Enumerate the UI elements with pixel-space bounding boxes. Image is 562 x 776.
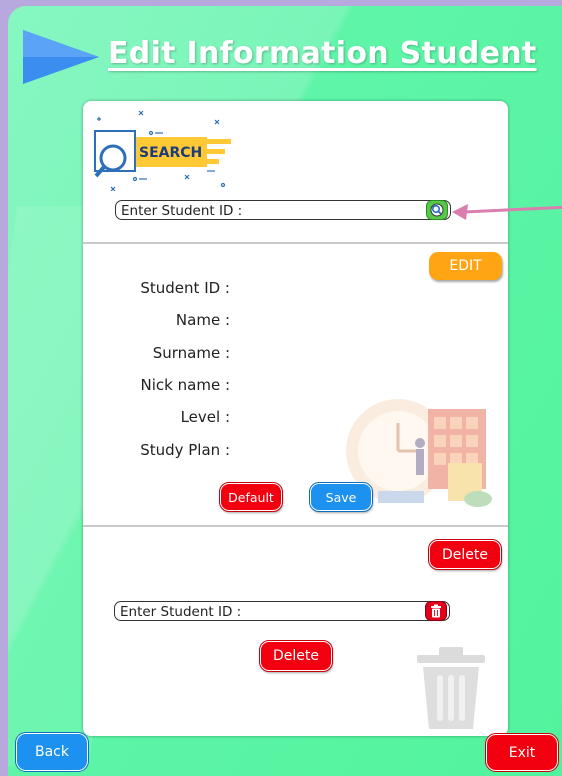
save-button[interactable]: Save xyxy=(309,482,373,512)
surname-label: Surname : xyxy=(152,344,230,362)
level-label: Level : xyxy=(180,408,230,426)
section-divider xyxy=(83,525,508,527)
name-label: Name : xyxy=(175,311,230,329)
student-id-search-input[interactable] xyxy=(115,200,451,220)
section-divider xyxy=(83,242,508,244)
magnifier-icon xyxy=(430,203,444,217)
student-id-label: Student ID : xyxy=(140,279,230,297)
main-card: SEARCH Enter Student ID: EDIT Student I… xyxy=(83,101,508,736)
nickname-label: Nick name : xyxy=(140,376,230,394)
play-triangle-icon xyxy=(23,30,99,84)
edit-button[interactable]: EDIT xyxy=(429,252,502,280)
search-button[interactable] xyxy=(426,200,448,220)
trash-can-icon xyxy=(417,647,485,729)
svg-text:SEARCH: SEARCH xyxy=(139,145,202,161)
student-id-delete-input[interactable] xyxy=(114,601,450,621)
search-icon: SEARCH xyxy=(94,110,231,191)
delete-top-button[interactable]: Delete xyxy=(428,539,502,570)
back-button[interactable]: Back xyxy=(15,732,89,772)
study-plan-label: Study Plan : xyxy=(140,441,230,459)
exit-button[interactable]: Exit xyxy=(485,733,559,772)
trash-icon xyxy=(431,604,441,618)
clear-button[interactable] xyxy=(425,601,447,621)
app-background: Edit Information Student SEARCH Enter St… xyxy=(8,6,562,776)
delete-button[interactable]: Delete xyxy=(259,640,333,672)
pointer-arrow-icon xyxy=(452,204,562,220)
page-title: Edit Information Student xyxy=(108,36,537,71)
default-button[interactable]: Default xyxy=(219,482,283,512)
